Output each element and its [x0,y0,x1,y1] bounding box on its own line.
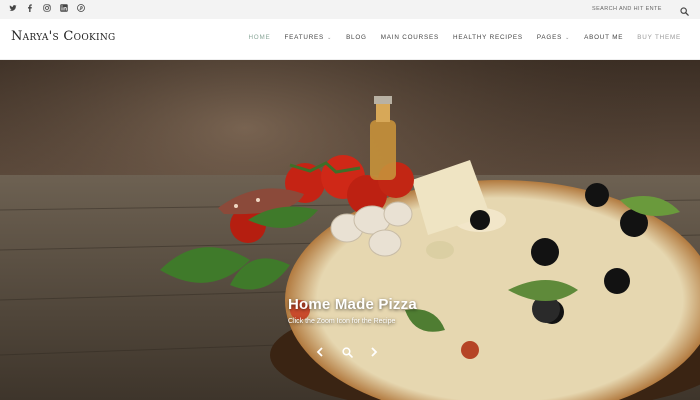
main-nav: HOME FEATURES ⌄ BLOG MAIN COURSES HEALTHY… [241,34,688,41]
search-icon[interactable] [680,3,690,16]
nav-label: ABOUT ME [584,34,624,41]
nav-pages[interactable]: PAGES ⌄ [530,34,577,41]
slide-caption: Home Made Pizza Click the Zoom Icon for … [288,296,417,325]
pinterest-icon[interactable] [76,4,86,15]
nav-label: FEATURES [284,34,325,41]
nav-buy-theme[interactable]: BUY THEME [630,34,688,41]
nav-label: HOME [248,34,271,41]
linkedin-icon[interactable] [59,4,69,15]
zoom-recipe-button[interactable] [341,346,353,358]
slide-title[interactable]: Home Made Pizza [288,296,417,313]
nav-label: HEALTHY RECIPES [453,34,523,41]
chevron-right-icon [371,347,378,357]
nav-blog[interactable]: BLOG [339,34,374,41]
slider-controls [314,346,380,358]
nav-label: BUY THEME [637,34,681,41]
nav-main-courses[interactable]: MAIN COURSES [374,34,446,41]
facebook-icon[interactable] [25,4,35,15]
chevron-down-icon: ⌄ [565,34,571,41]
nav-features[interactable]: FEATURES ⌄ [278,34,340,41]
site-header: Narya's Cooking HOME FEATURES ⌄ BLOG MAIN… [0,19,700,60]
nav-label: BLOG [346,34,367,41]
top-search [592,3,690,16]
search-input[interactable] [592,3,662,14]
hero-slider: Home Made Pizza Click the Zoom Icon for … [0,60,700,400]
slide-subtitle: Click the Zoom Icon for the Recipe [288,318,396,325]
nav-home[interactable]: HOME [241,34,277,41]
previous-slide-button[interactable] [314,346,326,358]
nav-label: PAGES [536,34,563,41]
nav-about-me[interactable]: ABOUT ME [577,34,630,41]
twitter-icon[interactable] [8,4,18,15]
social-links [8,4,86,15]
nav-healthy-recipes[interactable]: HEALTHY RECIPES [446,34,530,41]
instagram-icon[interactable] [42,4,52,15]
chevron-left-icon [316,347,323,357]
next-slide-button[interactable] [368,346,380,358]
site-logo[interactable]: Narya's Cooking [11,29,116,44]
nav-label: MAIN COURSES [380,34,439,41]
chevron-down-icon: ⌄ [327,34,333,41]
top-bar [0,0,700,19]
search-icon [341,346,353,358]
